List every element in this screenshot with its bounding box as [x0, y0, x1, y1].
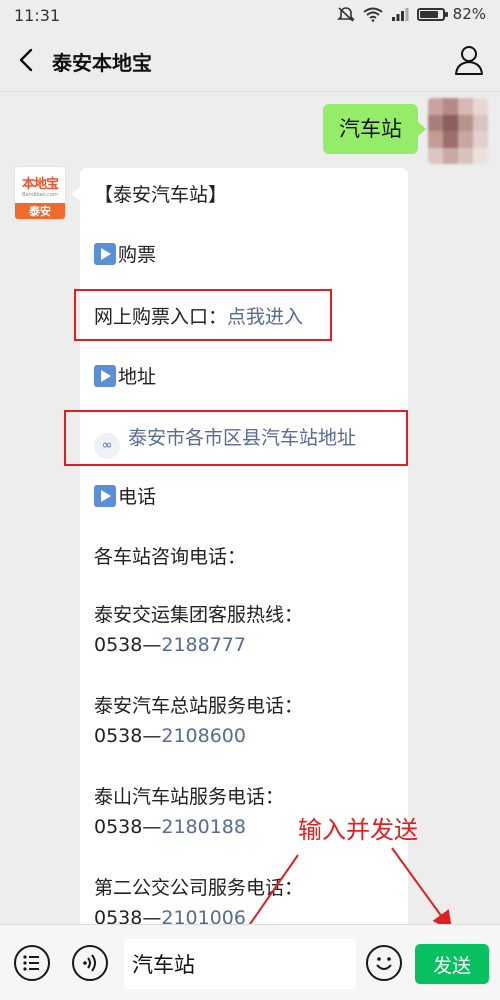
section-address: 地址 — [94, 362, 156, 389]
send-button[interactable]: 发送 — [415, 944, 489, 984]
phone-label: 泰山汽车站服务电话： — [94, 786, 285, 808]
voice-icon[interactable] — [72, 945, 108, 981]
phone-number[interactable]: 2101006 — [161, 907, 246, 924]
signal-icon — [391, 8, 409, 21]
phone-label: 泰安汽车总站服务电话： — [94, 695, 304, 717]
status-time: 11:31 — [14, 6, 61, 25]
battery-icon — [416, 7, 448, 21]
input-bar: 发送 — [0, 924, 500, 1000]
phone-number[interactable]: 2180188 — [161, 816, 246, 838]
phone-number[interactable]: 2188777 — [161, 634, 246, 656]
status-bar: 11:31 82% — [0, 0, 500, 30]
play-icon — [94, 365, 116, 387]
phone-prefix: 0538— — [94, 816, 162, 838]
phone-prefix: 0538— — [94, 907, 162, 924]
phone-number[interactable]: 2108600 — [161, 725, 246, 747]
profile-icon[interactable] — [454, 44, 484, 76]
phone-entry: 泰安交运集团客服热线： 0538—2188777 — [94, 600, 303, 660]
phone-label: 第二公交公司服务电话： — [94, 877, 304, 899]
page-title: 泰安本地宝 — [52, 51, 152, 75]
section-ticket: 购票 — [94, 240, 156, 267]
highlight-box-address — [64, 410, 408, 466]
sent-message-bubble[interactable]: 汽车站 — [323, 104, 426, 154]
phone-prefix: 0538— — [94, 634, 162, 656]
bot-avatar[interactable]: 本地宝 Bendibao.com 泰安 — [14, 166, 66, 220]
chat-area[interactable]: 汽车站 本地宝 Bendibao.com 泰安 【泰安汽车站】 购票 网上购票入… — [0, 92, 500, 924]
phone-entry: 第二公交公司服务电话： 0538—2101006 — [94, 873, 303, 924]
phone-entry: 泰山汽车站服务电话： 0538—2180188 — [94, 782, 284, 842]
bot-avatar-city: 泰安 — [15, 203, 65, 219]
bot-avatar-brand: 本地宝 — [21, 176, 59, 192]
emoji-icon[interactable] — [366, 945, 402, 981]
phone-label: 泰安交运集团客服热线： — [94, 604, 304, 626]
message-input[interactable] — [124, 939, 356, 989]
bot-header: 【泰安汽车站】 — [94, 184, 228, 206]
bot-avatar-url: Bendibao.com — [22, 191, 58, 198]
back-arrow-icon[interactable] — [14, 46, 42, 74]
section-phone: 电话 — [94, 482, 156, 509]
annotation-text: 输入并发送 — [298, 816, 418, 844]
highlight-box-ticket — [74, 289, 332, 341]
my-avatar[interactable] — [428, 98, 488, 164]
battery-percent: 82% — [452, 5, 486, 23]
phone-intro: 各车站咨询电话： — [94, 546, 247, 568]
play-icon — [94, 243, 116, 265]
menu-icon[interactable] — [14, 945, 50, 981]
mute-icon — [336, 7, 355, 22]
status-icons: 82% — [336, 5, 486, 23]
phone-prefix: 0538— — [94, 725, 162, 747]
nav-bar: 泰安本地宝 — [0, 30, 500, 92]
phone-entry: 泰安汽车总站服务电话： 0538—2108600 — [94, 691, 303, 751]
play-icon — [94, 485, 116, 507]
wifi-icon — [363, 7, 383, 22]
